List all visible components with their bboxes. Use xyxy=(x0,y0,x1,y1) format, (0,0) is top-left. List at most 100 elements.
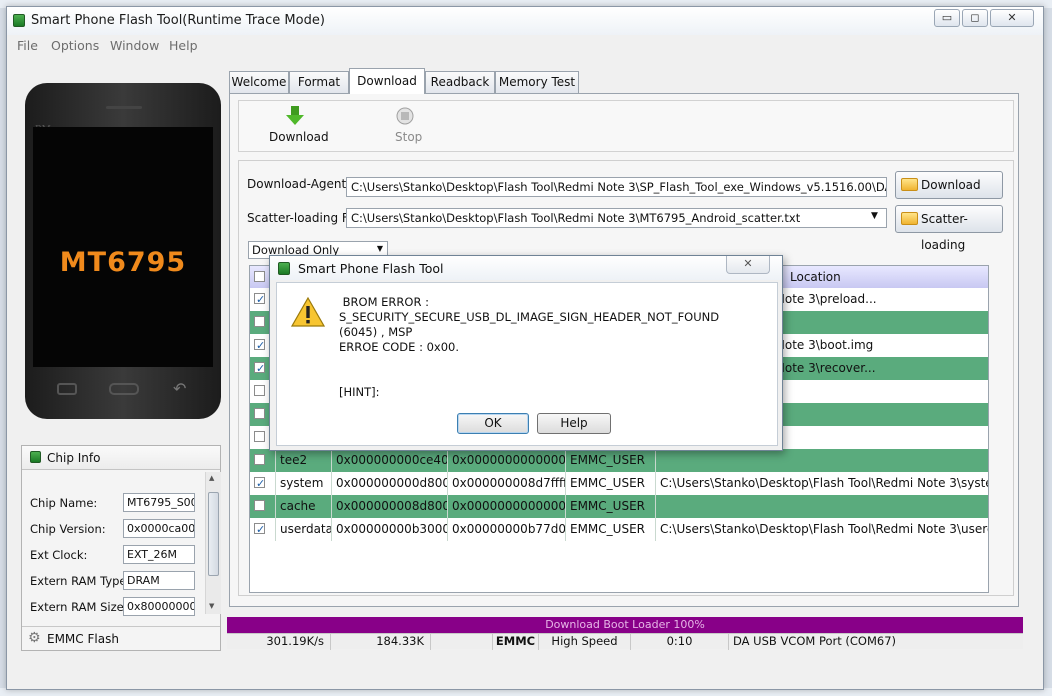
extern-ram-size-label: Extern RAM Size: xyxy=(30,600,128,614)
cell-name: system xyxy=(276,472,332,495)
table-row[interactable]: tee20x000000000ce400000x0000000000000000… xyxy=(250,449,988,472)
select-all-checkbox[interactable] xyxy=(254,271,265,282)
ok-button[interactable]: OK xyxy=(457,413,529,434)
download-toolbar: Download Stop xyxy=(238,100,1014,152)
cell-location: C:\Users\Stanko\Desktop\Flash Tool\Redmi… xyxy=(656,518,988,541)
emmc-flash-label: EMMC Flash xyxy=(47,632,119,646)
table-row[interactable]: userdata0x00000000b30000000x00000000b77d… xyxy=(250,518,988,541)
download-button[interactable]: Download xyxy=(265,103,329,149)
cell-name: cache xyxy=(276,495,332,518)
status-size: 184.33K xyxy=(331,634,431,650)
back-key-icon: ↶ xyxy=(173,379,187,398)
menu-key-icon xyxy=(57,383,77,395)
row-checkbox[interactable] xyxy=(254,408,265,419)
scroll-up-icon[interactable]: ▲ xyxy=(209,474,214,482)
row-checkbox[interactable] xyxy=(254,358,265,380)
scatter-loading-field[interactable]: C:\Users\Stanko\Desktop\Flash Tool\Redmi… xyxy=(346,208,887,228)
emmc-flash-row[interactable]: ⚙ EMMC Flash xyxy=(22,626,220,650)
dialog-title-bar: Smart Phone Flash Tool ✕ xyxy=(270,256,782,280)
chip-name-value: MT6795_S00 xyxy=(123,493,195,512)
menu-file[interactable]: File xyxy=(17,38,38,53)
cell-end: 0x00000000b77d0153 xyxy=(448,518,566,541)
tab-welcome[interactable]: Welcome xyxy=(229,71,289,93)
chip-info-scrollbar[interactable]: ▲ ▼ xyxy=(205,472,221,614)
cell-location xyxy=(656,495,988,518)
help-button[interactable]: Help xyxy=(537,413,611,434)
main-window: Smart Phone Flash Tool(Runtime Trace Mod… xyxy=(6,6,1044,690)
error-dialog: Smart Phone Flash Tool ✕ BROM ERROR : S_… xyxy=(269,255,783,451)
row-checkbox[interactable] xyxy=(254,316,265,327)
cell-end: 0x0000000000000000 xyxy=(448,449,566,472)
row-checkbox[interactable] xyxy=(254,500,265,511)
scatter-loading-button-label: Scatter-loading xyxy=(921,212,968,252)
status-storage: EMMC xyxy=(493,634,539,650)
cell-name: userdata xyxy=(276,518,332,541)
menu-window[interactable]: Window xyxy=(110,38,159,53)
chevron-down-icon: ▼ xyxy=(376,244,383,253)
row-checkbox[interactable] xyxy=(254,335,265,357)
tab-format[interactable]: Format xyxy=(289,71,349,93)
download-agent-button[interactable]: Download Agent xyxy=(895,171,1003,218)
stop-button[interactable]: Stop xyxy=(387,103,427,149)
chip-version-value: 0x0000ca00 xyxy=(123,519,195,538)
phone-screen: MT6795 xyxy=(33,127,213,367)
row-checkbox[interactable] xyxy=(254,385,265,396)
menu-options[interactable]: Options xyxy=(51,38,99,53)
scatter-loading-button[interactable]: Scatter-loading xyxy=(895,205,1003,252)
table-row[interactable]: cache0x000000008d8000000x000000000000000… xyxy=(250,495,988,518)
progress-bar: Download Boot Loader 100% xyxy=(227,617,1023,633)
scroll-down-icon[interactable]: ▼ xyxy=(209,602,214,610)
minimize-button[interactable]: ▭ xyxy=(934,9,960,27)
cell-end: 0x0000000000000000 xyxy=(448,495,566,518)
menu-help[interactable]: Help xyxy=(169,38,198,53)
chip-info-header: Chip Info xyxy=(22,446,220,470)
close-button[interactable]: ✕ xyxy=(990,9,1034,27)
scatter-dropdown-icon[interactable]: ▼ xyxy=(871,211,878,221)
dialog-close-button[interactable]: ✕ xyxy=(726,256,770,274)
status-port: DA USB VCOM Port (COM67) xyxy=(733,634,897,648)
title-bar: Smart Phone Flash Tool(Runtime Trace Mod… xyxy=(7,7,1043,35)
download-arrow-icon xyxy=(286,106,304,125)
checkbox-cell xyxy=(250,518,276,541)
ext-clock-value: EXT_26M xyxy=(123,545,195,564)
row-checkbox[interactable] xyxy=(254,519,265,541)
gear-icon: ⚙ xyxy=(28,630,41,646)
home-key-icon xyxy=(109,383,139,395)
download-agent-field[interactable]: C:\Users\Stanko\Desktop\Flash Tool\Redmi… xyxy=(346,177,887,197)
row-checkbox[interactable] xyxy=(254,454,265,465)
extern-ram-size-value: 0x80000000 xyxy=(123,597,195,616)
dialog-body: BROM ERROR : S_SECURITY_SECURE_USB_DL_IM… xyxy=(276,282,778,446)
cell-region: EMMC_USER xyxy=(566,518,656,541)
status-usb-speed: High Speed xyxy=(539,634,631,650)
row-checkbox[interactable] xyxy=(254,289,265,311)
chip-version-label: Chip Version: xyxy=(30,522,106,536)
scrollbar-thumb[interactable] xyxy=(208,492,219,576)
tab-memory-test[interactable]: Memory Test xyxy=(495,71,579,93)
table-row[interactable]: system0x000000000d8000000x000000008d7fff… xyxy=(250,472,988,495)
extern-ram-type-value: DRAM xyxy=(123,571,195,590)
cell-location: C:\Users\Stanko\Desktop\Flash Tool\Redmi… xyxy=(656,472,988,495)
maximize-button[interactable]: ◻ xyxy=(962,9,988,27)
menu-bar: File Options Window Help xyxy=(7,35,1043,57)
cell-region: EMMC_USER xyxy=(566,472,656,495)
tab-download[interactable]: Download xyxy=(349,68,425,94)
extern-ram-type-label: Extern RAM Type: xyxy=(30,574,131,588)
cell-end: 0x000000008d7fffff xyxy=(448,472,566,495)
chip-info-panel: Chip Info Chip Name: MT6795_S00 Chip Ver… xyxy=(21,445,221,651)
status-speed: 301.19K/s xyxy=(227,634,331,650)
checkbox-cell xyxy=(250,495,276,518)
dialog-title: Smart Phone Flash Tool xyxy=(298,261,444,276)
ext-clock-label: Ext Clock: xyxy=(30,548,88,562)
row-checkbox[interactable] xyxy=(254,473,265,495)
cell-name: tee2 xyxy=(276,449,332,472)
window-title: Smart Phone Flash Tool(Runtime Trace Mod… xyxy=(31,13,325,28)
phone-chip-label: MT6795 xyxy=(59,247,187,278)
tab-readback[interactable]: Readback xyxy=(425,71,495,93)
row-checkbox[interactable] xyxy=(254,431,265,442)
app-icon xyxy=(13,14,25,27)
phone-speaker xyxy=(106,106,142,109)
phone-image: BM MT6795 ↶ xyxy=(25,83,221,419)
folder-icon xyxy=(901,178,918,191)
stop-icon xyxy=(396,107,414,125)
status-bar: 301.19K/s 184.33K EMMC High Speed 0:10 D… xyxy=(227,633,1023,650)
